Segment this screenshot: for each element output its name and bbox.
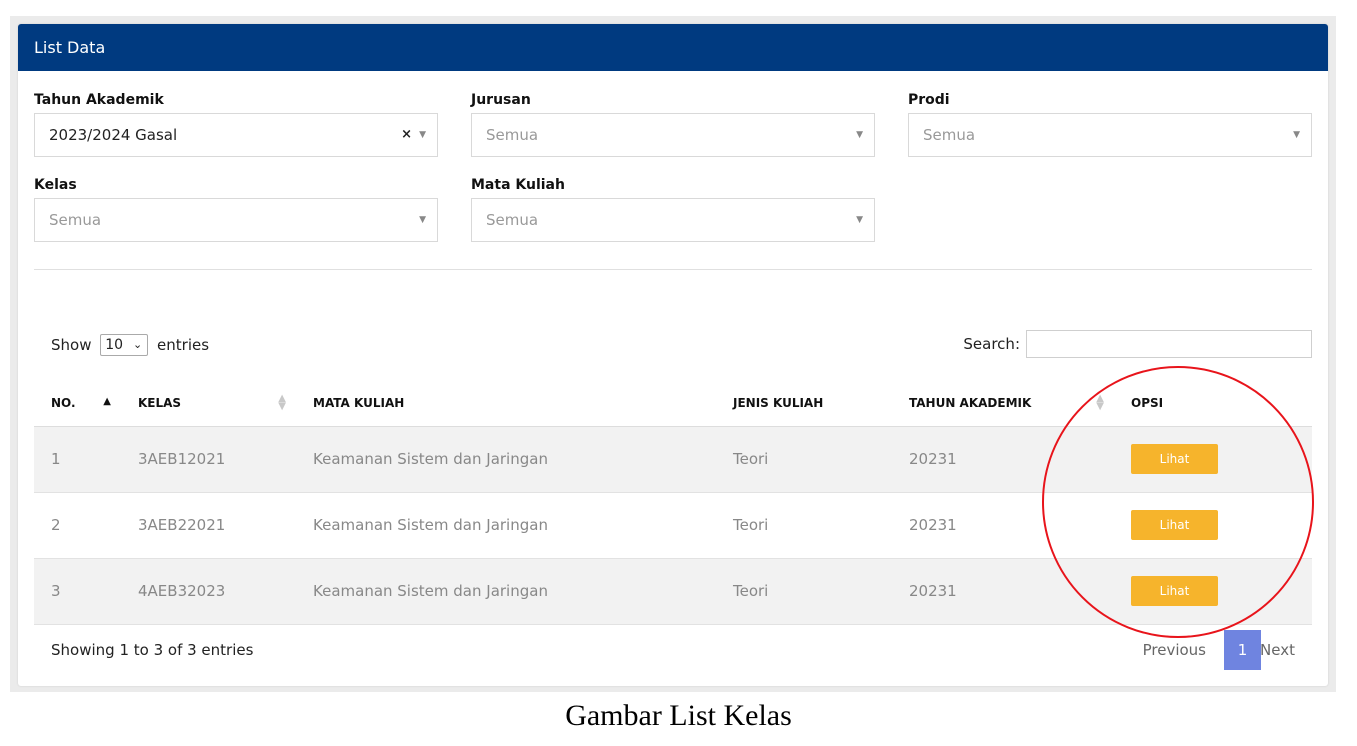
cell-mata-kuliah: Keamanan Sistem dan Jaringan bbox=[296, 426, 716, 493]
kelas-table: NO. ▲ KELAS ▲ ▼ MATA KULIAH JENIS KULIAH … bbox=[34, 380, 1312, 625]
column-header-label: TAHUN AKADEMIK bbox=[909, 395, 1032, 410]
kelas-value: Semua bbox=[49, 211, 102, 229]
jurusan-value: Semua bbox=[486, 126, 539, 144]
filter-label-mata-kuliah: Mata Kuliah bbox=[471, 177, 565, 193]
table-row: 3 4AEB32023 Keamanan Sistem dan Jaringan… bbox=[34, 558, 1312, 625]
prodi-select[interactable]: Semua ▼ bbox=[908, 113, 1312, 157]
pagination-previous[interactable]: Previous bbox=[1143, 630, 1206, 670]
filter-divider bbox=[34, 269, 1312, 270]
prodi-value: Semua bbox=[923, 126, 976, 144]
filter-tahun-akademik: Tahun Akademik 2023/2024 Gasal × ▼ bbox=[34, 90, 438, 157]
cell-opsi: Lihat bbox=[1114, 492, 1312, 559]
column-header-label: JENIS KULIAH bbox=[733, 395, 824, 410]
lihat-button[interactable]: Lihat bbox=[1131, 444, 1218, 474]
caret-down-icon: ▼ bbox=[856, 215, 863, 225]
entries-label: entries bbox=[157, 336, 210, 354]
list-data-card: List Data Tahun Akademik 2023/2024 Gasal… bbox=[18, 24, 1328, 686]
cell-jenis-kuliah: Teori bbox=[716, 492, 892, 559]
entries-length-value: 10 bbox=[105, 337, 124, 353]
caret-down-icon: ▼ bbox=[419, 130, 426, 140]
filter-jurusan: Jurusan Semua ▼ bbox=[471, 90, 875, 157]
card-header-title: List Data bbox=[18, 24, 1328, 71]
length-control: Show 10 ⌄ entries bbox=[51, 334, 209, 356]
show-label: Show bbox=[51, 336, 92, 354]
cell-no: 1 bbox=[34, 426, 121, 493]
table-info: Showing 1 to 3 of 3 entries bbox=[51, 641, 254, 659]
kelas-select[interactable]: Semua ▼ bbox=[34, 198, 438, 242]
figure-caption: Gambar List Kelas bbox=[565, 699, 792, 732]
cell-no: 2 bbox=[34, 492, 121, 559]
cell-jenis-kuliah: Teori bbox=[716, 558, 892, 625]
pagination-page-1[interactable]: 1 bbox=[1224, 630, 1261, 670]
search-input[interactable] bbox=[1026, 330, 1312, 358]
table-header-row: NO. ▲ KELAS ▲ ▼ MATA KULIAH JENIS KULIAH … bbox=[34, 380, 1312, 427]
filter-panel: Tahun Akademik 2023/2024 Gasal × ▼ Jurus… bbox=[34, 90, 1312, 270]
cell-no: 3 bbox=[34, 558, 121, 625]
cell-tahun-akademik: 20231 bbox=[892, 492, 1114, 559]
column-header-no[interactable]: NO. ▲ bbox=[34, 380, 121, 427]
mata-kuliah-select[interactable]: Semua ▼ bbox=[471, 198, 875, 242]
cell-tahun-akademik: 20231 bbox=[892, 558, 1114, 625]
sort-asc-icon: ▲ bbox=[103, 396, 111, 407]
cell-mata-kuliah: Keamanan Sistem dan Jaringan bbox=[296, 558, 716, 625]
filter-mata-kuliah: Mata Kuliah Semua ▼ bbox=[471, 175, 875, 242]
filter-label-kelas: Kelas bbox=[34, 177, 77, 193]
datatable-footer: Showing 1 to 3 of 3 entries Previous 1 N… bbox=[34, 630, 1312, 670]
table-row: 2 3AEB22021 Keamanan Sistem dan Jaringan… bbox=[34, 492, 1312, 559]
tahun-akademik-select[interactable]: 2023/2024 Gasal × ▼ bbox=[34, 113, 438, 157]
cell-tahun-akademik: 20231 bbox=[892, 426, 1114, 493]
mata-kuliah-value: Semua bbox=[486, 211, 539, 229]
chevron-down-icon: ⌄ bbox=[133, 338, 143, 351]
column-header-tahun-akademik[interactable]: TAHUN AKADEMIK ▲ ▼ bbox=[892, 380, 1114, 427]
column-header-kelas[interactable]: KELAS ▲ ▼ bbox=[121, 380, 296, 427]
cell-kelas: 3AEB22021 bbox=[121, 492, 296, 559]
caret-down-icon: ▼ bbox=[1293, 130, 1300, 140]
column-header-opsi: OPSI bbox=[1114, 380, 1312, 427]
caret-down-icon: ▼ bbox=[419, 215, 426, 225]
entries-length-select[interactable]: 10 ⌄ bbox=[100, 334, 149, 356]
sort-arrows-icon: ▲ ▼ bbox=[1096, 393, 1104, 412]
jurusan-select[interactable]: Semua ▼ bbox=[471, 113, 875, 157]
pagination-next[interactable]: Next bbox=[1260, 630, 1295, 670]
column-header-jenis-kuliah: JENIS KULIAH bbox=[716, 380, 892, 427]
search-label: Search: bbox=[963, 335, 1020, 353]
cell-opsi: Lihat bbox=[1114, 558, 1312, 625]
lihat-button[interactable]: Lihat bbox=[1131, 576, 1218, 606]
filter-kelas: Kelas Semua ▼ bbox=[34, 175, 438, 242]
filter-label-jurusan: Jurusan bbox=[471, 92, 531, 108]
caret-down-icon: ▼ bbox=[856, 130, 863, 140]
clear-x-icon[interactable]: × bbox=[401, 114, 412, 156]
datatable-controls: Show 10 ⌄ entries Search: bbox=[34, 328, 1312, 362]
filter-label-prodi: Prodi bbox=[908, 92, 950, 108]
column-header-label: MATA KULIAH bbox=[313, 395, 405, 410]
column-header-label: KELAS bbox=[138, 395, 182, 410]
tahun-akademik-value: 2023/2024 Gasal bbox=[49, 126, 178, 144]
cell-mata-kuliah: Keamanan Sistem dan Jaringan bbox=[296, 492, 716, 559]
filter-prodi: Prodi Semua ▼ bbox=[908, 90, 1312, 157]
filter-label-tahun-akademik: Tahun Akademik bbox=[34, 92, 164, 108]
sort-arrows-icon: ▲ ▼ bbox=[278, 393, 286, 412]
table-row: 1 3AEB12021 Keamanan Sistem dan Jaringan… bbox=[34, 426, 1312, 493]
column-header-label: OPSI bbox=[1131, 395, 1164, 410]
column-header-label: NO. bbox=[51, 395, 76, 410]
cell-kelas: 4AEB32023 bbox=[121, 558, 296, 625]
lihat-button[interactable]: Lihat bbox=[1131, 510, 1218, 540]
column-header-mata-kuliah: MATA KULIAH bbox=[296, 380, 716, 427]
cell-jenis-kuliah: Teori bbox=[716, 426, 892, 493]
cell-kelas: 3AEB12021 bbox=[121, 426, 296, 493]
cell-opsi: Lihat bbox=[1114, 426, 1312, 493]
